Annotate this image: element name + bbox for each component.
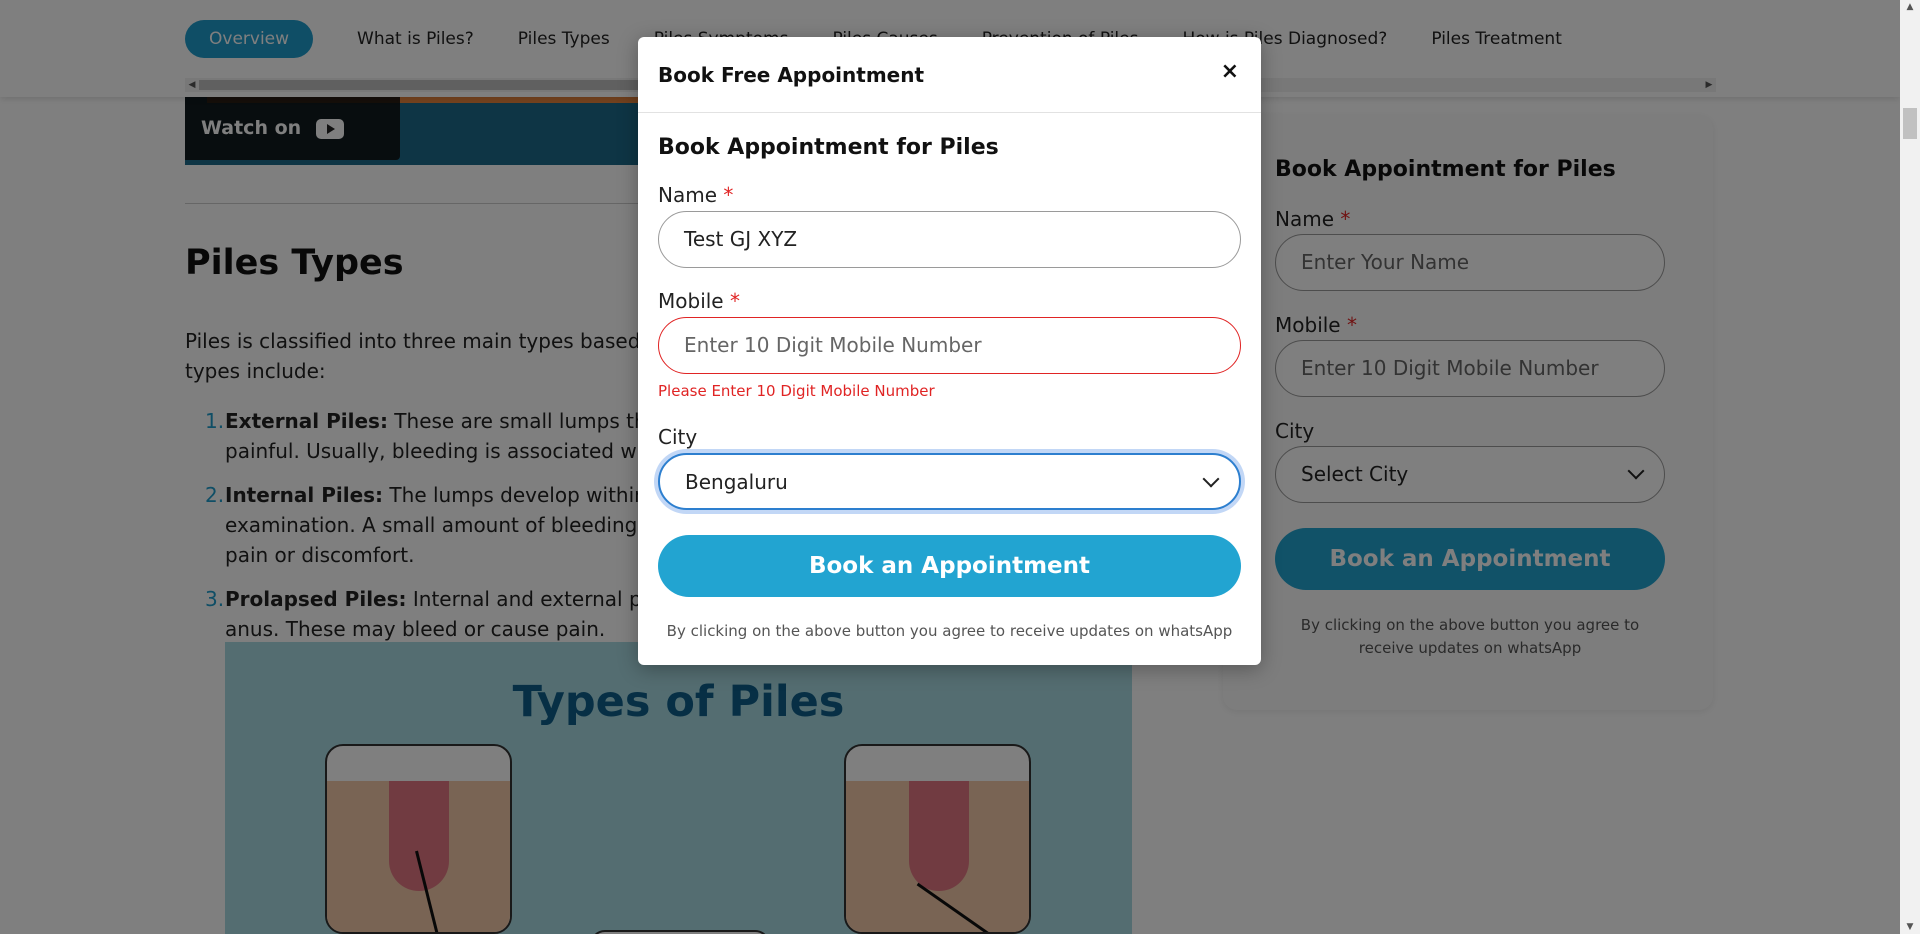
book-appointment-modal: Book Free Appointment × Book Appointment… — [638, 37, 1261, 665]
modal-agree-note: By clicking on the above button you agre… — [666, 622, 1233, 640]
modal-mobile-label: Mobile * — [658, 289, 740, 313]
scroll-down-icon[interactable]: ▼ — [1900, 920, 1920, 934]
modal-header: Book Free Appointment × — [638, 37, 1261, 113]
chevron-down-icon — [1202, 470, 1220, 488]
scroll-up-icon[interactable]: ▲ — [1900, 0, 1920, 14]
page-scrollbar-thumb[interactable] — [1903, 108, 1917, 139]
modal-title: Book Free Appointment — [658, 63, 925, 87]
modal-city-select[interactable]: Bengaluru — [658, 453, 1241, 510]
modal-name-label: Name * — [658, 183, 734, 207]
modal-name-input[interactable]: Test GJ XYZ — [658, 211, 1241, 268]
page-scrollbar[interactable]: ▲ ▼ — [1900, 0, 1920, 934]
modal-mobile-input[interactable]: Enter 10 Digit Mobile Number — [658, 317, 1241, 374]
modal-city-label: City — [658, 425, 698, 449]
mobile-error-message: Please Enter 10 Digit Mobile Number — [658, 382, 935, 400]
modal-book-appointment-button[interactable]: Book an Appointment — [658, 535, 1241, 597]
close-icon[interactable]: × — [1221, 59, 1239, 85]
modal-form-title: Book Appointment for Piles — [658, 135, 999, 160]
